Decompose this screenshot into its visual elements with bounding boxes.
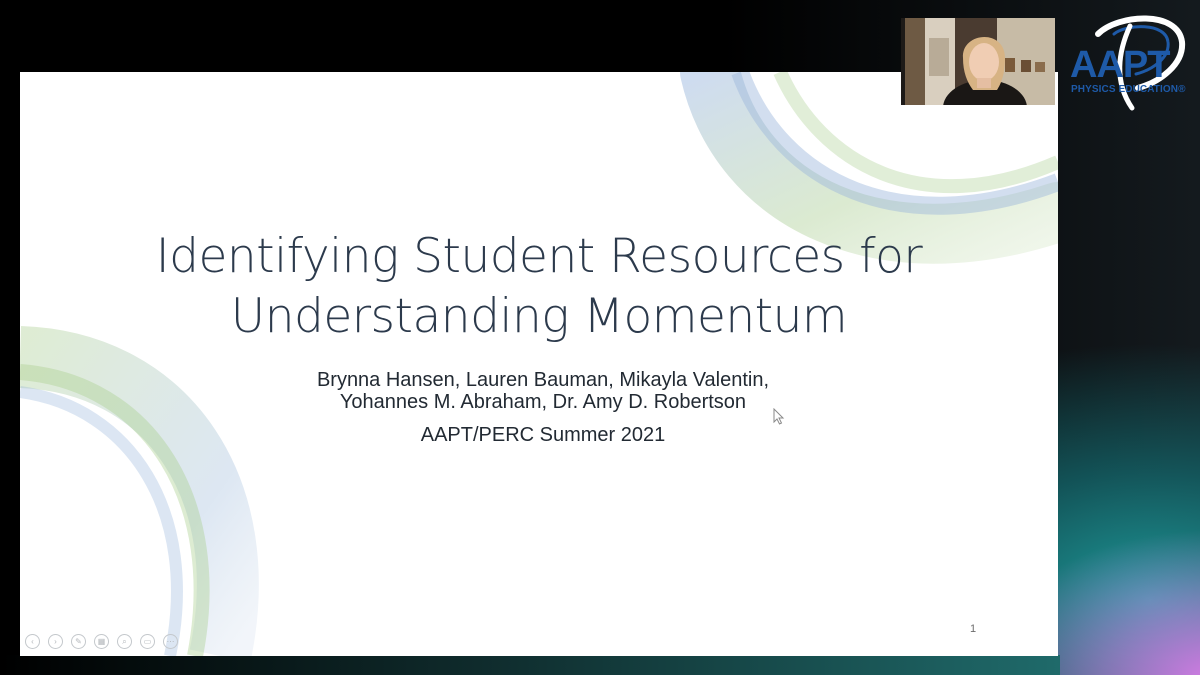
- more-icon: ⋯: [166, 637, 175, 646]
- aapt-logo-tagline: PHYSICS EDUCATION®: [1071, 84, 1186, 95]
- previous-slide-button[interactable]: ‹: [25, 634, 40, 649]
- next-slide-button[interactable]: ›: [48, 634, 63, 649]
- see-all-slides-button[interactable]: ▦: [94, 634, 109, 649]
- next-icon: ›: [54, 637, 57, 646]
- slideshow-controls: ‹ › ✎ ▦ ⌕ ▭ ⋯: [25, 634, 178, 652]
- decorative-swooshes: [20, 72, 1058, 656]
- speaker-webcam: [901, 18, 1055, 105]
- webcam-video-feed: [901, 18, 1055, 105]
- subtitles-icon: ▭: [143, 637, 152, 646]
- subtitles-button[interactable]: ▭: [140, 634, 155, 649]
- more-options-button[interactable]: ⋯: [163, 634, 178, 649]
- previous-icon: ‹: [31, 637, 34, 646]
- zoom-icon: ⌕: [122, 636, 127, 646]
- pen-tool-button[interactable]: ✎: [71, 634, 86, 649]
- conference-label: AAPT/PERC Summer 2021: [420, 424, 666, 446]
- slide-title-line-2: Understanding Momentum: [230, 289, 848, 344]
- slide-title-line-1: Identifying Student Resources for: [155, 229, 923, 284]
- zoom-button[interactable]: ⌕: [117, 634, 132, 649]
- aapt-logo-text: AAPT: [1070, 44, 1170, 86]
- authors-line-2: Yohannes M. Abraham, Dr. Amy D. Robertso…: [339, 391, 747, 413]
- pen-icon: ✎: [75, 637, 82, 646]
- slides-grid-icon: ▦: [97, 637, 106, 646]
- presentation-slide: Identifying Student Resources for Unders…: [20, 72, 1058, 656]
- background-glow: [0, 655, 1060, 675]
- slide-number: 1: [970, 623, 977, 635]
- authors-line-1: Brynna Hansen, Lauren Bauman, Mikayla Va…: [316, 369, 770, 391]
- mouse-cursor-icon: [773, 408, 785, 425]
